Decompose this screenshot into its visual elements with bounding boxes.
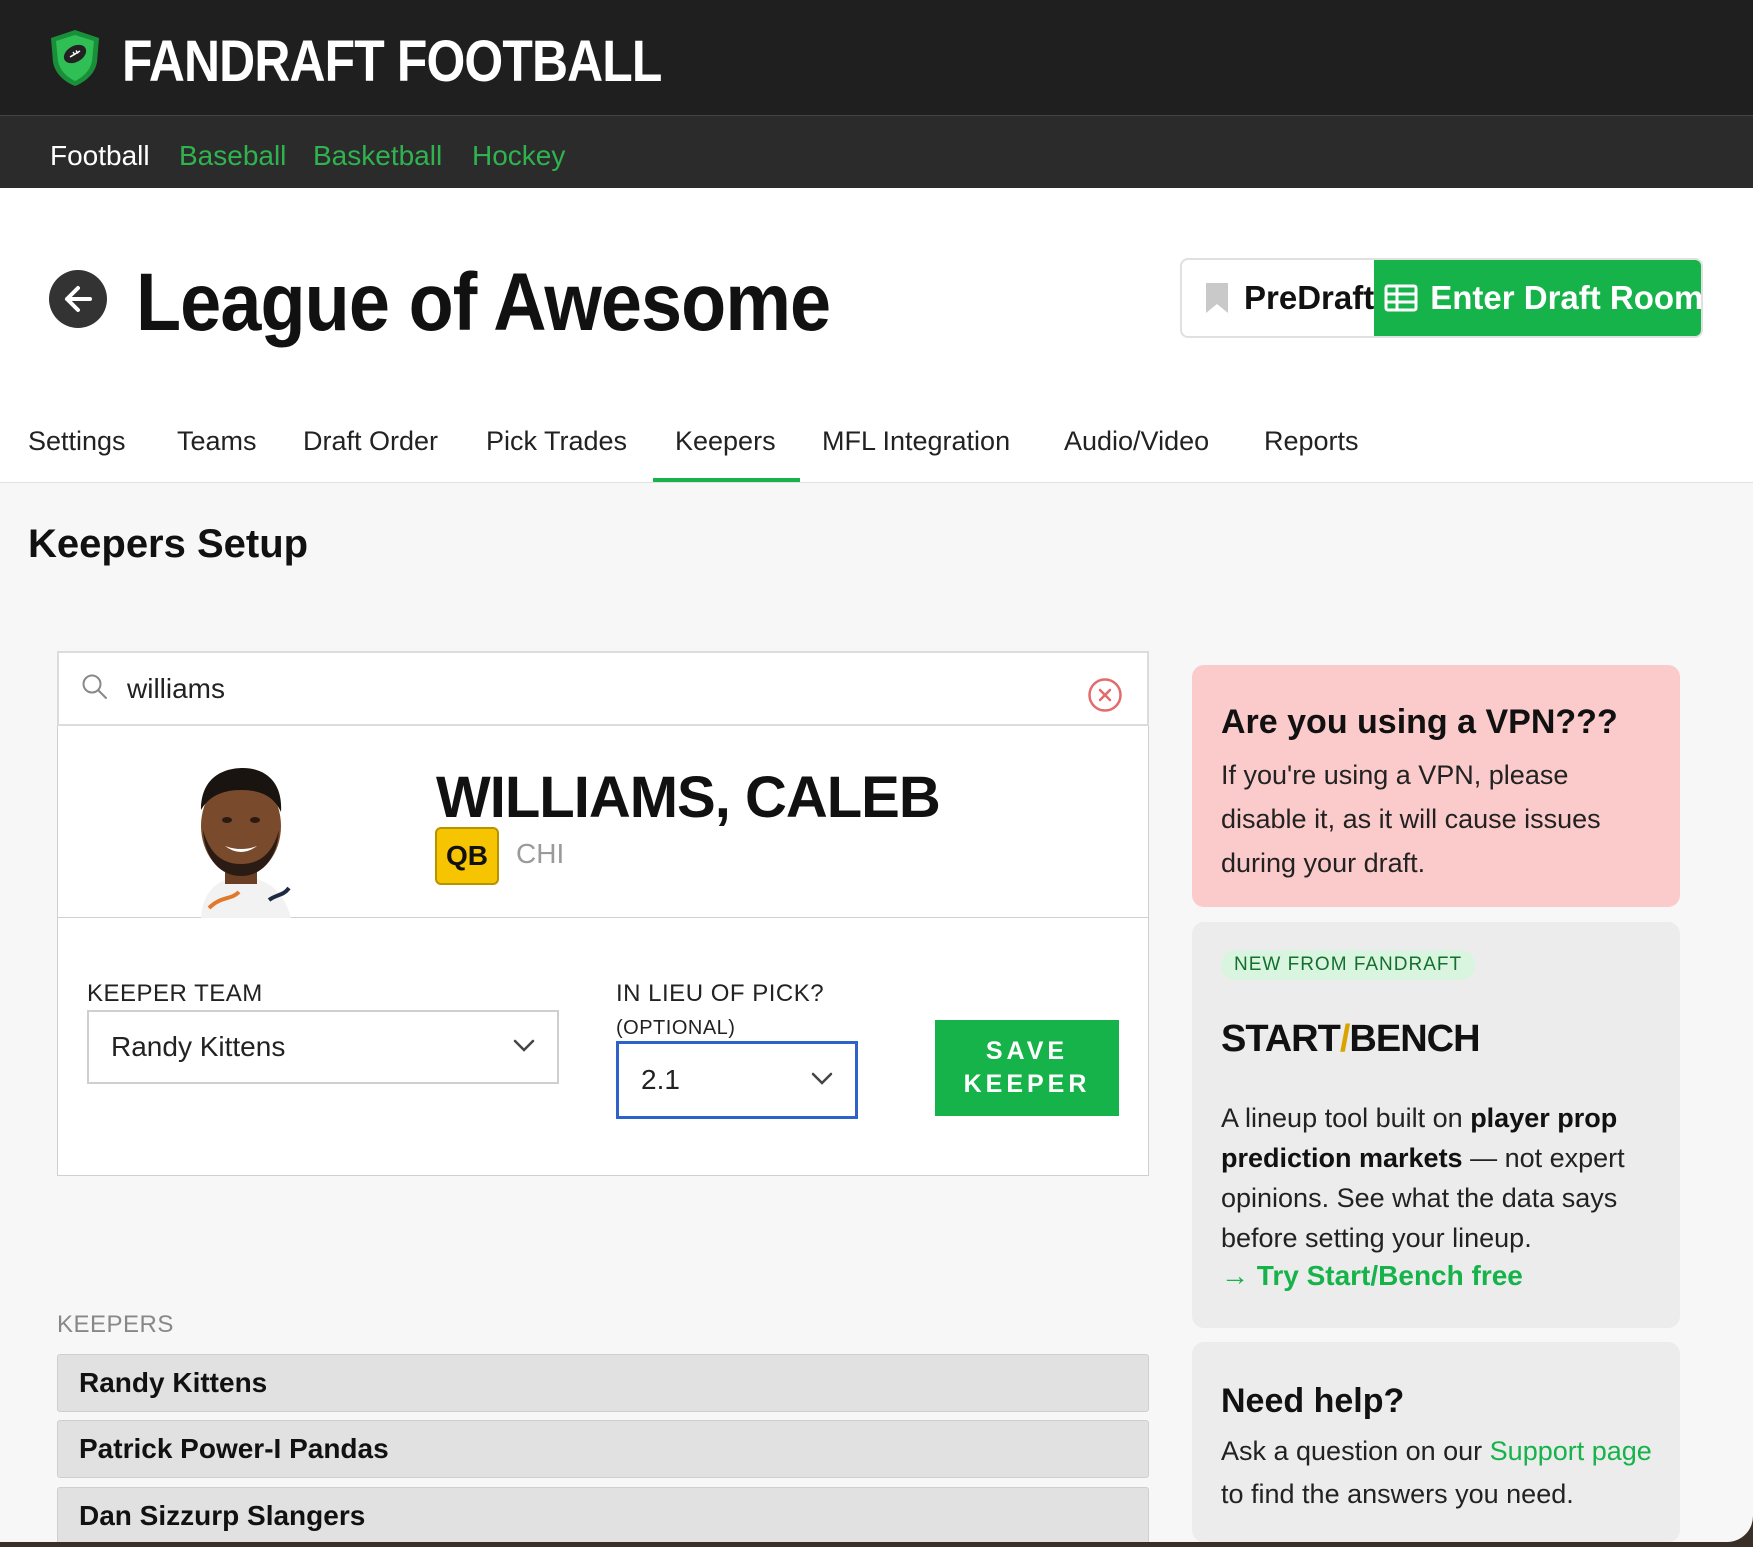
tab-keepers[interactable]: Keepers bbox=[675, 426, 776, 457]
tab-pick-trades[interactable]: Pick Trades bbox=[486, 426, 627, 457]
enter-draft-room-button[interactable]: Enter Draft Room bbox=[1374, 260, 1703, 336]
sport-tab-football[interactable]: Football bbox=[50, 140, 150, 172]
sport-tab-basketball[interactable]: Basketball bbox=[313, 140, 442, 172]
keeper-team-select[interactable]: Randy Kittens bbox=[87, 1010, 559, 1084]
keepers-list-label: KEEPERS bbox=[57, 1311, 174, 1338]
start-bench-description: A lineup tool built on player prop predi… bbox=[1221, 1098, 1661, 1258]
bookmark-icon bbox=[1206, 283, 1228, 313]
in-lieu-label: IN LIEU OF PICK? bbox=[616, 980, 825, 1007]
save-keeper-button[interactable]: SAVE KEEPER bbox=[935, 1020, 1119, 1116]
section-title: Keepers Setup bbox=[28, 522, 309, 566]
help-text: Ask a question on our Support page to fi… bbox=[1221, 1430, 1671, 1516]
help-title: Need help? bbox=[1221, 1382, 1405, 1420]
keeper-team-row[interactable]: Patrick Power-I Pandas bbox=[57, 1420, 1149, 1478]
draft-board-icon bbox=[1384, 284, 1418, 312]
help-text-2: to find the answers you need. bbox=[1221, 1479, 1574, 1509]
keeper-team-row[interactable]: Dan Sizzurp Slangers bbox=[57, 1487, 1149, 1542]
keeper-form: KEEPER TEAM Randy Kittens IN LIEU OF PIC… bbox=[57, 918, 1149, 1176]
vpn-warning-title: Are you using a VPN??? bbox=[1221, 703, 1618, 741]
chevron-down-icon bbox=[513, 1039, 535, 1052]
page-title: League of Awesome bbox=[136, 257, 831, 348]
vpn-warning-card: Are you using a VPN??? If you're using a… bbox=[1192, 665, 1680, 907]
start-bench-promo-card: NEW FROM FANDRAFT START/BENCH A lineup t… bbox=[1192, 922, 1680, 1328]
vpn-warning-text: If you're using a VPN, please disable it… bbox=[1221, 760, 1601, 878]
brand-name[interactable]: FANDRAFT FOOTBALL bbox=[122, 28, 662, 95]
draft-button-group: PreDraft Enter Draft Room bbox=[1180, 258, 1703, 338]
keeper-team-value: Randy Kittens bbox=[111, 1031, 286, 1062]
predraft-label: PreDraft bbox=[1244, 279, 1375, 316]
back-button[interactable] bbox=[49, 270, 107, 328]
new-badge: NEW FROM FANDRAFT bbox=[1221, 950, 1476, 980]
position-badge: QB bbox=[435, 827, 499, 885]
shield-football-icon bbox=[51, 30, 99, 86]
sport-tab-hockey[interactable]: Hockey bbox=[472, 140, 565, 172]
active-tab-indicator bbox=[653, 478, 800, 482]
clear-search-icon[interactable] bbox=[1087, 677, 1123, 713]
help-text-1: Ask a question on our bbox=[1221, 1436, 1490, 1466]
app-frame: FANDRAFT FOOTBALL Football Baseball Bask… bbox=[0, 0, 1753, 1542]
help-card: Need help? Ask a question on our Support… bbox=[1192, 1342, 1680, 1542]
league-header: League of Awesome PreDraft Enter Draft R… bbox=[0, 188, 1753, 483]
sport-tab-baseball[interactable]: Baseball bbox=[179, 140, 286, 172]
keeper-team-row[interactable]: Randy Kittens bbox=[57, 1354, 1149, 1412]
tab-reports[interactable]: Reports bbox=[1264, 426, 1359, 457]
tab-settings[interactable]: Settings bbox=[28, 426, 126, 457]
predraft-button[interactable]: PreDraft bbox=[1182, 260, 1374, 336]
start-bench-logo: START/BENCH bbox=[1221, 1018, 1481, 1061]
tab-mfl-integration[interactable]: MFL Integration bbox=[822, 426, 1010, 457]
enter-draft-room-label: Enter Draft Room bbox=[1430, 279, 1703, 316]
tab-teams[interactable]: Teams bbox=[177, 426, 257, 457]
player-card: WILLIAMS, CALEB QB CHI bbox=[57, 726, 1149, 918]
keeper-team-label: KEEPER TEAM bbox=[87, 980, 263, 1007]
logo-bench: BENCH bbox=[1349, 1018, 1480, 1060]
arrow-left-icon bbox=[65, 286, 92, 312]
search-input[interactable] bbox=[127, 665, 1027, 713]
logo-start: START bbox=[1221, 1018, 1341, 1060]
in-lieu-pick-value: 2.1 bbox=[641, 1064, 680, 1095]
tab-draft-order[interactable]: Draft Order bbox=[303, 426, 438, 457]
player-headshot bbox=[201, 768, 291, 918]
tab-audio-video[interactable]: Audio/Video bbox=[1064, 426, 1209, 457]
top-bar: FANDRAFT FOOTBALL bbox=[0, 0, 1753, 115]
player-team: CHI bbox=[516, 838, 565, 869]
chevron-down-icon bbox=[811, 1072, 833, 1085]
search-icon bbox=[82, 674, 107, 699]
sports-nav: Football Baseball Basketball Hockey bbox=[0, 115, 1753, 188]
in-lieu-pick-select[interactable]: 2.1 bbox=[616, 1041, 858, 1119]
in-lieu-optional-label: (OPTIONAL) bbox=[616, 1017, 736, 1039]
support-page-link[interactable]: Support page bbox=[1490, 1436, 1652, 1466]
player-search bbox=[57, 651, 1149, 726]
try-start-bench-link[interactable]: → Try Start/Bench free bbox=[1221, 1260, 1523, 1292]
promo-text-1: A lineup tool built on bbox=[1221, 1103, 1471, 1133]
league-tabs: Settings Teams Draft Order Pick Trades K… bbox=[0, 416, 1753, 482]
logo-slash: / bbox=[1339, 1018, 1351, 1060]
player-name: WILLIAMS, CALEB bbox=[436, 765, 941, 830]
